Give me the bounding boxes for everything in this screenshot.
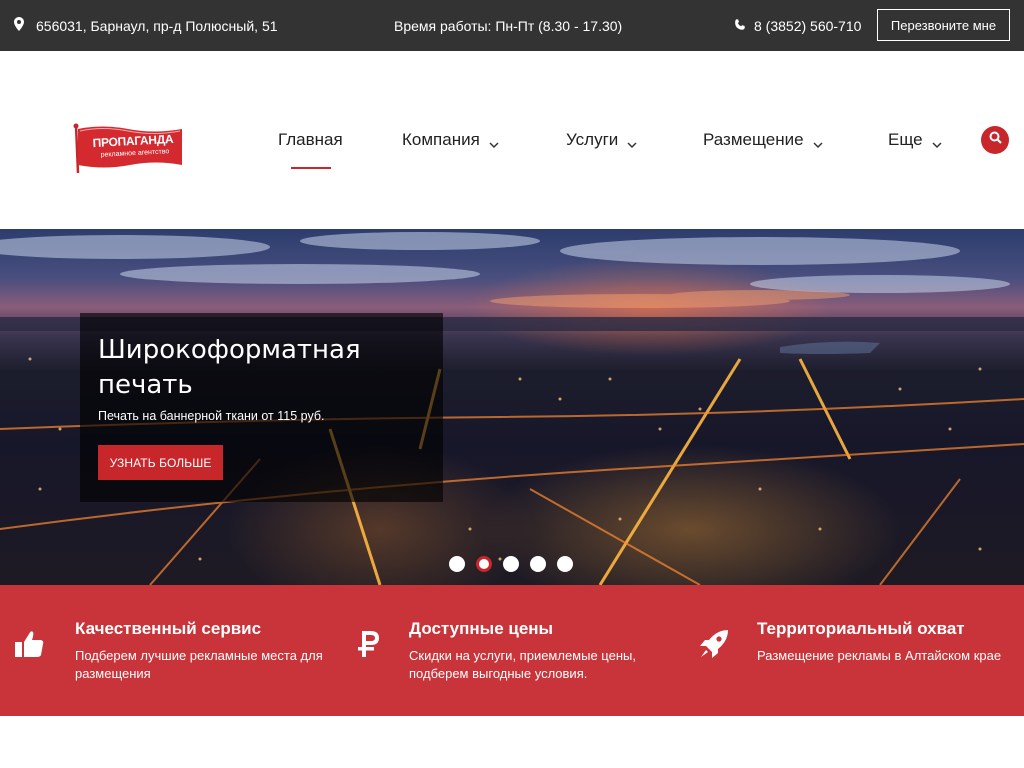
address: 656031, Барнаул, пр-д Полюсный, 51 (14, 0, 278, 51)
hero-subtitle: Печать на баннерной ткани от 115 руб. (98, 409, 325, 423)
feature-affordable-prices: Доступные цены Скидки на услуги, приемле… (340, 585, 685, 716)
nav-item-label: Компания (402, 130, 480, 149)
features-band: Качественный сервис Подберем лучшие рекл… (0, 585, 1024, 716)
top-bar: 656031, Барнаул, пр-д Полюсный, 51 Время… (0, 0, 1024, 51)
site-header: ПРОПАГАНДА рекламное агентство Главная К… (0, 51, 1024, 229)
feature-title: Качественный сервис (75, 619, 262, 638)
feature-quality-service: Качественный сервис Подберем лучшие рекл… (0, 585, 340, 716)
thumbs-up-icon (12, 627, 46, 661)
nav-item-label: Главная (278, 130, 343, 149)
rocket-icon (697, 627, 731, 661)
learn-more-button[interactable]: УЗНАТЬ БОЛЬШЕ (98, 445, 223, 480)
search-icon (989, 131, 1002, 149)
slider-dot[interactable] (530, 556, 546, 572)
nav-item-company[interactable]: Компания (402, 129, 499, 151)
nav-item-home[interactable]: Главная (278, 129, 343, 151)
nav-item-placement[interactable]: Размещение (703, 129, 823, 151)
phone-icon (734, 18, 746, 34)
main-nav: Главная Компания Услуги Размещение Еще (0, 51, 1024, 229)
slider-pagination (449, 556, 573, 572)
nav-item-more[interactable]: Еще (888, 129, 942, 151)
hero-caption-card: Широкоформатная печать Печать на баннерн… (80, 313, 443, 502)
ruble-icon (352, 627, 386, 661)
nav-item-label: Еще (888, 130, 923, 149)
feature-territorial-coverage: Территориальный охват Размещение рекламы… (685, 585, 1024, 716)
search-button[interactable] (981, 126, 1009, 154)
feature-text: Размещение рекламы в Алтайском крае (757, 648, 1002, 663)
slider-dot[interactable] (503, 556, 519, 572)
feature-text: Скидки на услуги, приемлемые цены, подбе… (409, 648, 636, 681)
nav-active-indicator (291, 167, 331, 169)
phone[interactable]: 8 (3852) 560-710 (734, 0, 861, 51)
feature-text: Подберем лучшие рекламные места для разм… (75, 648, 323, 681)
slider-dot[interactable] (449, 556, 465, 572)
address-text: 656031, Барнаул, пр-д Полюсный, 51 (36, 17, 278, 34)
callback-button[interactable]: Перезвоните мне (877, 9, 1010, 41)
chevron-down-icon (813, 135, 823, 149)
slider-dot-active[interactable] (476, 556, 492, 572)
phone-number[interactable]: 8 (3852) 560-710 (754, 18, 861, 34)
hero-title: Широкоформатная печать (98, 335, 361, 400)
feature-title: Доступные цены (409, 619, 554, 638)
slider-dot[interactable] (557, 556, 573, 572)
working-hours: Время работы: Пн-Пт (8.30 - 17.30) (394, 17, 623, 34)
chevron-down-icon (627, 135, 637, 149)
map-pin-icon (14, 17, 24, 34)
feature-title: Территориальный охват (757, 619, 965, 638)
nav-item-label: Услуги (566, 130, 619, 149)
nav-item-label: Размещение (703, 130, 804, 149)
hero-slider: Широкоформатная печать Печать на баннерн… (0, 229, 1024, 585)
nav-item-services[interactable]: Услуги (566, 129, 637, 151)
chevron-down-icon (489, 135, 499, 149)
chevron-down-icon (932, 135, 942, 149)
